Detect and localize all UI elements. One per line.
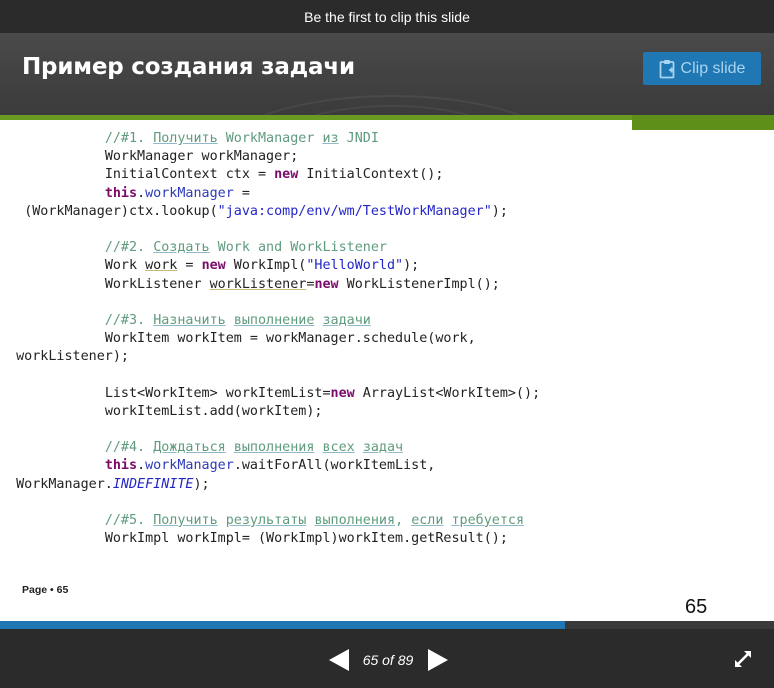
slide-page-number: 65: [685, 596, 708, 618]
clip-prompt-text: Be the first to clip this slide: [304, 9, 470, 25]
code-line: InitialContext ctx = new InitialContext(…: [104, 167, 444, 183]
code-line: //#3. Назначить выполнение задачи: [104, 312, 371, 328]
header-accent-tab: [632, 115, 774, 130]
code-line: workListener);: [16, 349, 129, 365]
slide-title: Пример создания задачи: [22, 54, 355, 80]
clipboard-icon: [659, 59, 674, 78]
code-line: List<WorkItem> workItemList=new ArrayLis…: [104, 385, 541, 401]
page-footer-label: Page • 65: [22, 584, 69, 596]
clip-slide-button[interactable]: Clip slide: [643, 52, 761, 85]
code-line: (WorkManager)ctx.lookup("java:comp/env/w…: [24, 203, 508, 219]
expand-arrows-icon: [735, 651, 751, 667]
code-line: //#1. Получить WorkManager из JNDI: [104, 131, 379, 146]
previous-slide-button[interactable]: [328, 649, 350, 671]
bottom-nav-bar: 65 of 89: [0, 629, 774, 688]
triangle-left-icon: [329, 649, 349, 671]
code-line: WorkItem workItem = workManager.schedule…: [104, 331, 476, 347]
clip-slide-label: Clip slide: [680, 59, 746, 77]
code-line: //#5. Получить результаты выполнения, ес…: [104, 512, 525, 528]
code-line: workItemList.add(workItem);: [104, 403, 323, 419]
code-line: this.workManager.waitForAll(workItemList…: [104, 458, 436, 474]
code-line: //#4. Дождаться выполнения всех задач: [104, 440, 404, 456]
fullscreen-button[interactable]: [733, 649, 753, 669]
code-line: WorkListener workListener=new WorkListen…: [104, 276, 500, 292]
code-line: WorkManager workManager;: [104, 149, 299, 165]
code-line: WorkImpl workImpl= (WorkImpl)workItem.ge…: [104, 531, 508, 547]
code-line: WorkManager.INDEFINITE);: [16, 476, 210, 492]
code-block: //#1. Получить WorkManager из JNDI WorkM…: [0, 130, 774, 548]
progress-bar[interactable]: [0, 621, 774, 629]
next-slide-button[interactable]: [427, 649, 449, 671]
code-line: Work work = new WorkImpl("HelloWorld");: [104, 258, 420, 274]
slide-header: Пример создания задачи Clip slide: [0, 33, 774, 115]
top-bar: Be the first to clip this slide: [0, 0, 774, 33]
triangle-right-icon: [428, 649, 448, 671]
code-line: this.workManager =: [104, 185, 250, 201]
progress-fill: [0, 621, 566, 629]
slide-counter: 65 of 89: [362, 652, 414, 668]
code-line: //#2. Создать Work and WorkListener: [104, 240, 387, 256]
